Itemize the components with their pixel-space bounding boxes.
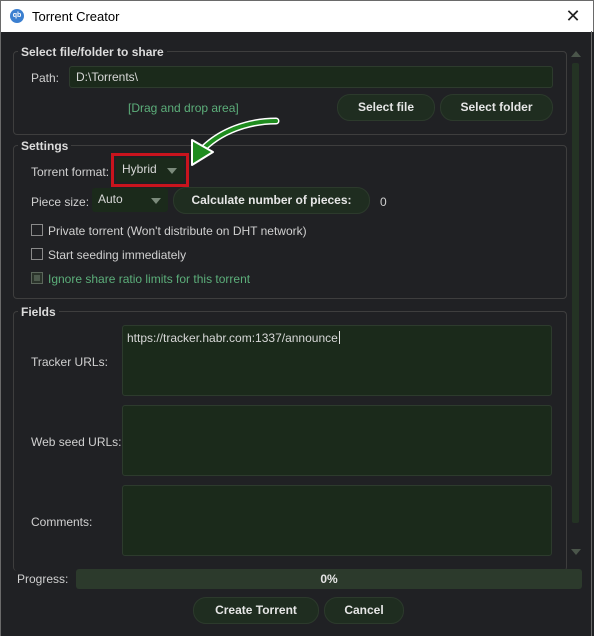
scrollbar-thumb[interactable] bbox=[572, 63, 579, 523]
start-seeding-checkbox[interactable] bbox=[31, 248, 43, 260]
piece-size-select[interactable]: Auto bbox=[92, 188, 168, 212]
calculate-pieces-button[interactable]: Calculate number of pieces: bbox=[173, 187, 370, 214]
vertical-scrollbar[interactable] bbox=[571, 51, 581, 563]
share-group-title: Select file/folder to share bbox=[18, 45, 167, 59]
select-file-button[interactable]: Select file bbox=[337, 94, 435, 121]
comments-label: Comments: bbox=[31, 515, 93, 529]
close-icon: ✕ bbox=[565, 6, 581, 26]
private-torrent-label[interactable]: Private torrent (Won't distribute on DHT… bbox=[48, 224, 307, 238]
qbittorrent-app-icon: qb bbox=[10, 9, 24, 23]
cancel-button[interactable]: Cancel bbox=[324, 597, 404, 624]
scroll-down-arrow-icon[interactable] bbox=[571, 549, 581, 555]
drag-drop-area[interactable]: [Drag and drop area] bbox=[128, 101, 239, 115]
create-torrent-button[interactable]: Create Torrent bbox=[193, 597, 319, 624]
title-bar: qb Torrent Creator ✕ bbox=[0, 0, 594, 32]
tracker-urls-value: https://tracker.habr.com:1337/announce bbox=[127, 331, 338, 345]
ignore-ratio-label[interactable]: Ignore share ratio limits for this torre… bbox=[48, 272, 250, 286]
piece-size-value: Auto bbox=[98, 192, 123, 206]
fields-group-title: Fields bbox=[18, 305, 59, 319]
chevron-down-icon bbox=[151, 198, 161, 204]
share-group bbox=[13, 51, 567, 135]
path-label: Path: bbox=[31, 71, 60, 85]
piece-size-label: Piece size: bbox=[31, 195, 90, 209]
window-title: Torrent Creator bbox=[32, 9, 120, 24]
progress-label: Progress: bbox=[17, 572, 69, 586]
private-torrent-checkbox[interactable] bbox=[31, 224, 43, 236]
path-input[interactable]: D:\Torrents\ bbox=[69, 66, 553, 88]
dialog-content: Select file/folder to share Path: D:\Tor… bbox=[0, 31, 592, 636]
web-seed-urls-label: Web seed URLs: bbox=[31, 435, 122, 449]
text-cursor bbox=[338, 331, 340, 344]
web-seed-urls-textarea[interactable] bbox=[122, 405, 552, 476]
scroll-up-arrow-icon[interactable] bbox=[571, 51, 581, 57]
tracker-urls-textarea[interactable]: https://tracker.habr.com:1337/announce bbox=[122, 325, 552, 396]
start-seeding-label[interactable]: Start seeding immediately bbox=[48, 248, 186, 262]
select-folder-button[interactable]: Select folder bbox=[440, 94, 553, 121]
tracker-urls-label: Tracker URLs: bbox=[31, 355, 108, 369]
ignore-ratio-checkbox[interactable] bbox=[31, 272, 43, 284]
progress-text: 0% bbox=[320, 572, 338, 586]
progress-bar: 0% bbox=[76, 569, 582, 589]
torrent-format-label: Torrent format: bbox=[31, 165, 110, 179]
close-button[interactable]: ✕ bbox=[561, 5, 585, 27]
settings-group-title: Settings bbox=[18, 139, 72, 153]
highlight-box bbox=[111, 153, 189, 187]
comments-textarea[interactable] bbox=[122, 485, 552, 556]
pieces-count: 0 bbox=[380, 195, 387, 209]
